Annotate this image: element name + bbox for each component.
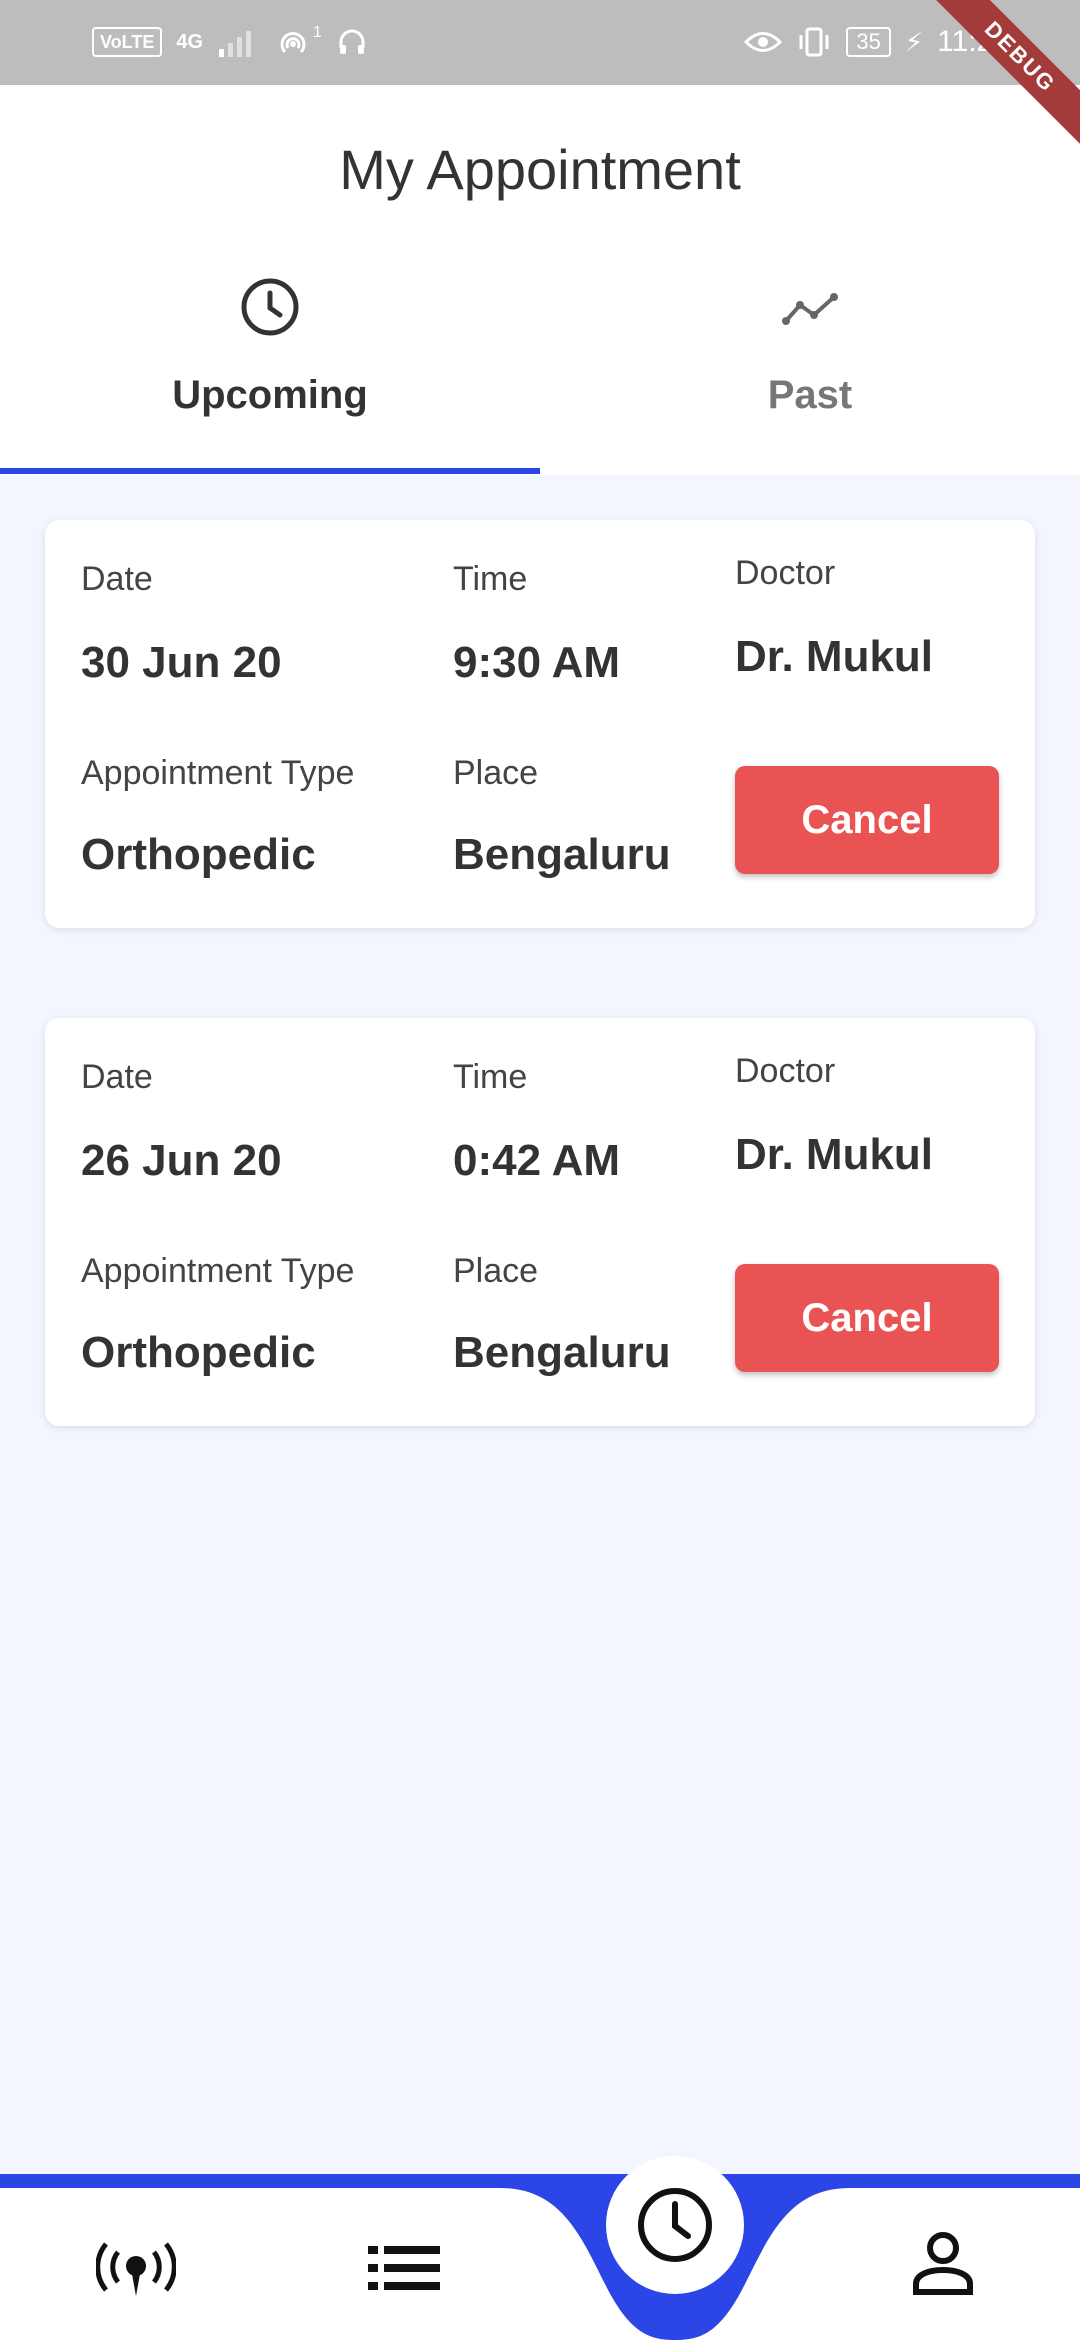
clock-icon [638,2188,712,2262]
hotspot-icon [280,32,306,54]
tab-past-label: Past [767,373,853,417]
place-label: Place [453,1252,539,1290]
date-label: Date [81,1058,153,1096]
appointment-card: Date 26 Jun 20 Time 0:42 AM Doctor Dr. M… [45,1018,1035,1426]
appointment-card: Date 30 Jun 20 Time 9:30 AM Doctor Dr. M… [45,520,1035,928]
hotspot-count: 1 [313,24,322,41]
volte-indicator: VoLTE [92,27,163,57]
clock-icon [241,278,299,336]
time-label: Time [453,1058,528,1096]
headset-icon [339,29,365,54]
cancel-button[interactable]: Cancel [735,766,999,874]
date-value: 26 Jun 20 [81,1136,282,1185]
appointment-type-value: Orthopedic [81,1328,316,1377]
eye-icon [744,32,783,52]
nav-profile[interactable] [910,2230,976,2301]
signal-icon [219,31,252,57]
network-type: 4G [176,30,204,53]
place-label: Place [453,754,539,792]
person-icon [913,2232,973,2295]
trend-line-icon [782,293,838,325]
battery-indicator: 35 [846,27,891,57]
status-left: VoLTE 4G 1 [92,22,368,62]
doctor-label: Doctor [735,554,836,592]
doctor-label: Doctor [735,1052,836,1090]
nav-broadcast[interactable] [95,2240,177,2309]
time-value: 0:42 AM [453,1136,621,1185]
appointment-type-value: Orthopedic [81,830,316,879]
place-value: Bengaluru [453,1328,671,1377]
date-label: Date [81,560,153,598]
status-bar: VoLTE 4G 1 35 ⚡ 11:26 DEBUG [0,0,1080,163]
tab-past[interactable]: Past [540,275,1080,475]
charging-icon: ⚡ [904,26,924,57]
appointment-type-label: Appointment Type [81,1252,355,1290]
doctor-value: Dr. Mukul [735,632,934,681]
time-value: 9:30 AM [453,638,621,687]
tab-upcoming[interactable]: Upcoming [0,275,540,475]
place-value: Bengaluru [453,830,671,879]
tab-indicator [0,468,540,474]
cancel-button[interactable]: Cancel [735,1264,999,1372]
appointment-type-label: Appointment Type [81,754,355,792]
app-bar: My Appointment Upcoming Past [0,85,1080,475]
tab-upcoming-label: Upcoming [172,373,368,417]
doctor-value: Dr. Mukul [735,1130,934,1179]
bottom-nav [0,2174,1080,2340]
broadcast-icon [95,2242,177,2296]
vibrate-icon [799,27,829,57]
nav-list[interactable] [368,2244,440,2297]
page-title: My Appointment [339,138,741,201]
list-icon [368,2246,440,2290]
nav-appointments-button[interactable] [606,2156,744,2294]
date-value: 30 Jun 20 [81,638,282,687]
time-label: Time [453,560,528,598]
